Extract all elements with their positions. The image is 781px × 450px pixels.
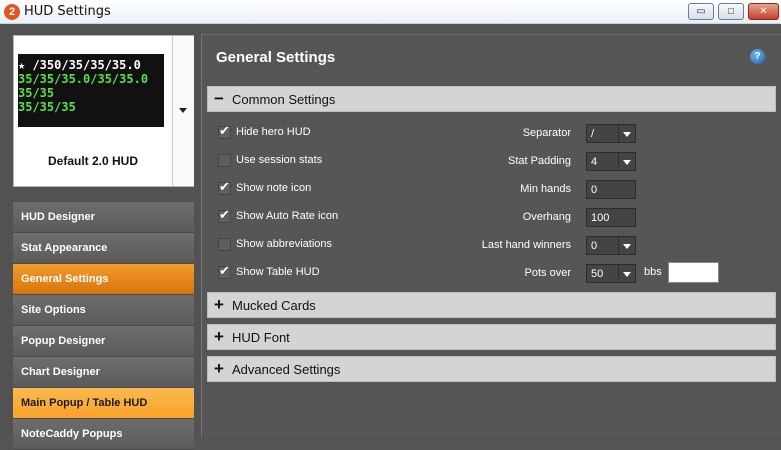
section-hud-font[interactable]: + HUD Font — [207, 324, 776, 350]
section-advanced-settings[interactable]: + Advanced Settings — [207, 356, 776, 382]
hud-preview-line: 35/35 — [18, 86, 55, 100]
checkbox-label: Show Table HUD — [236, 266, 320, 278]
separator-label: Separator — [522, 127, 571, 139]
collapse-icon: − — [214, 89, 224, 108]
bbs-input[interactable] — [668, 262, 719, 283]
chevron-down-icon[interactable] — [618, 237, 635, 254]
last-hand-winners-label: Last hand winners — [481, 239, 571, 251]
hud-preview-line: ★ /350/35/35/35.0 — [18, 58, 164, 72]
checkbox-label: Use session stats — [236, 154, 323, 166]
window-title: HUD Settings — [24, 4, 111, 19]
nav-item-site-options[interactable]: Site Options — [13, 295, 194, 326]
pots-over-label: Pots over — [524, 267, 571, 279]
last-hand-winners-select[interactable]: 0 — [586, 236, 636, 255]
checkbox-label: Hide hero HUD — [236, 126, 311, 138]
chevron-down-icon — [179, 108, 187, 113]
checkbox-box[interactable] — [218, 238, 231, 251]
stat-padding-label: Stat Padding — [508, 155, 571, 167]
section-mucked-cards[interactable]: + Mucked Cards — [207, 292, 776, 318]
checkbox-box[interactable] — [218, 154, 231, 167]
stat-padding-value: 4 — [591, 156, 598, 168]
checkbox-box[interactable] — [218, 207, 231, 223]
nav-item-chart-designer[interactable]: Chart Designer — [13, 357, 194, 388]
stat-padding-select[interactable]: 4 — [586, 152, 636, 171]
nav-item-main-popup-table-hud[interactable]: Main Popup / Table HUD — [13, 388, 194, 419]
section-common-settings[interactable]: − Common Settings — [207, 86, 776, 112]
hud-preview-image: ★ /350/35/35/35.0 35/35/35.0/35/35.0 35/… — [18, 54, 164, 127]
checkbox-label: Show note icon — [236, 182, 312, 194]
pots-over-select[interactable]: 50 — [586, 264, 636, 283]
nav-item-popup-designer[interactable]: Popup Designer — [13, 326, 194, 357]
close-button[interactable]: ✕ — [748, 3, 779, 20]
minimize-button[interactable]: ▭ — [688, 3, 714, 20]
chevron-down-icon[interactable] — [618, 125, 635, 142]
hud-selector[interactable]: ★ /350/35/35/35.0 35/35/35.0/35/35.0 35/… — [13, 35, 194, 187]
app-logo-icon: 2 — [4, 4, 20, 20]
overhang-label: Overhang — [522, 211, 571, 223]
page-title: General Settings — [216, 49, 336, 66]
min-hands-label: Min hands — [520, 183, 571, 195]
checkbox-box[interactable] — [218, 179, 231, 195]
hud-preview-line-1: ★ /350/35/35/35.0 — [18, 58, 141, 72]
checkbox-box[interactable] — [218, 123, 231, 139]
overhang-input[interactable]: 100 — [586, 208, 636, 227]
last-hand-winners-value: 0 — [591, 240, 598, 252]
hud-dropdown-button[interactable] — [172, 36, 194, 186]
nav-list: HUD Designer Stat Appearance General Set… — [13, 202, 194, 450]
section-label: Common Settings — [232, 92, 336, 107]
window-title-bar: 2 HUD Settings ▭ □ ✕ — [0, 0, 781, 24]
expand-icon: + — [214, 295, 224, 314]
pots-over-value: 50 — [591, 268, 604, 280]
checkbox-label: Show Auto Rate icon — [236, 210, 339, 222]
hud-preview-line: 35/35/35.0/35/35.0 — [18, 72, 149, 86]
main-panel: General Settings ? − Common Settings Hid… — [201, 34, 781, 436]
section-label: Mucked Cards — [232, 298, 316, 313]
help-icon[interactable]: ? — [750, 49, 765, 64]
section-label: HUD Font — [232, 330, 290, 345]
section-label: Advanced Settings — [232, 362, 341, 377]
hud-name-label: Default 2.0 HUD — [47, 154, 139, 168]
bbs-label: bbs — [644, 266, 662, 278]
nav-item-general-settings[interactable]: General Settings — [13, 264, 194, 295]
left-panel: ★ /350/35/35/35.0 35/35/35.0/35/35.0 35/… — [0, 24, 201, 450]
separator-value: / — [591, 128, 595, 140]
maximize-button[interactable]: □ — [718, 3, 744, 20]
checkbox-box[interactable] — [218, 263, 231, 279]
hud-preview-line: 35/35/35 — [18, 100, 76, 114]
min-hands-input[interactable]: 0 — [586, 180, 636, 199]
overhang-value: 100 — [591, 212, 610, 224]
nav-item-notecaddy-popups[interactable]: NoteCaddy Popups — [13, 419, 194, 450]
min-hands-value: 0 — [591, 184, 598, 196]
nav-item-hud-designer[interactable]: HUD Designer — [13, 202, 194, 233]
expand-icon: + — [214, 359, 224, 378]
nav-item-stat-appearance[interactable]: Stat Appearance — [13, 233, 194, 264]
checkbox-label: Show abbreviations — [236, 238, 333, 250]
expand-icon: + — [214, 327, 224, 346]
chevron-down-icon[interactable] — [618, 265, 635, 282]
chevron-down-icon[interactable] — [618, 153, 635, 170]
separator-select[interactable]: / — [586, 124, 636, 143]
